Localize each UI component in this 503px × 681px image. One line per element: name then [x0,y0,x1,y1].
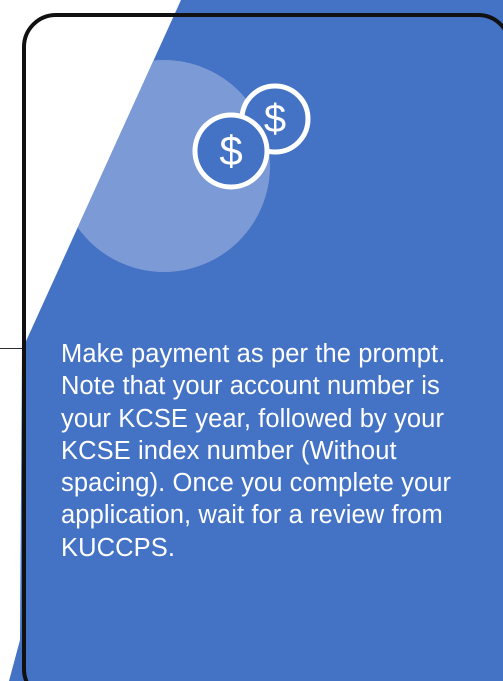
front-coin-glyph: $ [219,127,242,174]
coins-dollar-icon: $ $ [186,78,324,196]
instruction-text: Make payment as per the prompt. Note tha… [61,340,452,562]
back-coin-glyph: $ [264,97,286,141]
slide-canvas: $ $ Make payment as per the prompt. Note… [0,0,503,681]
